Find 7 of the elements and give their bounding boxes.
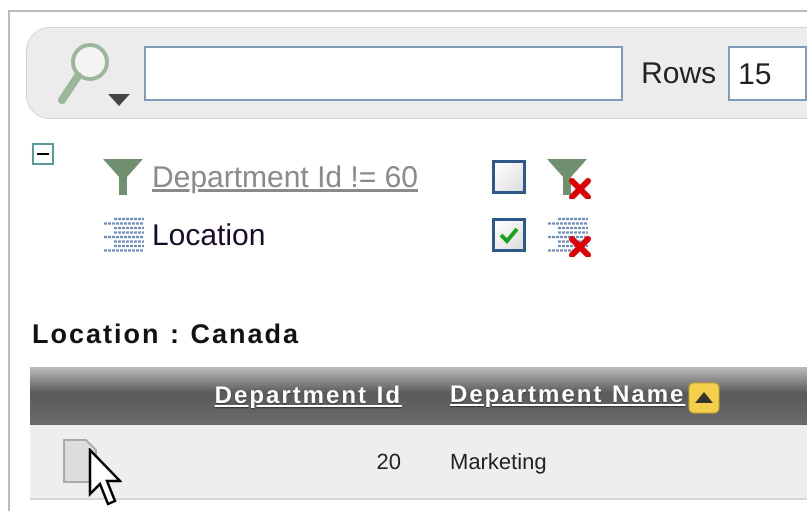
filter-link[interactable]: Department Id != 60 [152, 154, 492, 200]
table-cell: Marketing [402, 424, 807, 498]
rows-label: Rows [641, 56, 716, 92]
rows-select[interactable]: 15 [728, 46, 807, 100]
control-break-label: Location [152, 218, 266, 254]
group-heading: Location : Canada [32, 318, 302, 351]
table-cell: 20 [152, 424, 402, 498]
